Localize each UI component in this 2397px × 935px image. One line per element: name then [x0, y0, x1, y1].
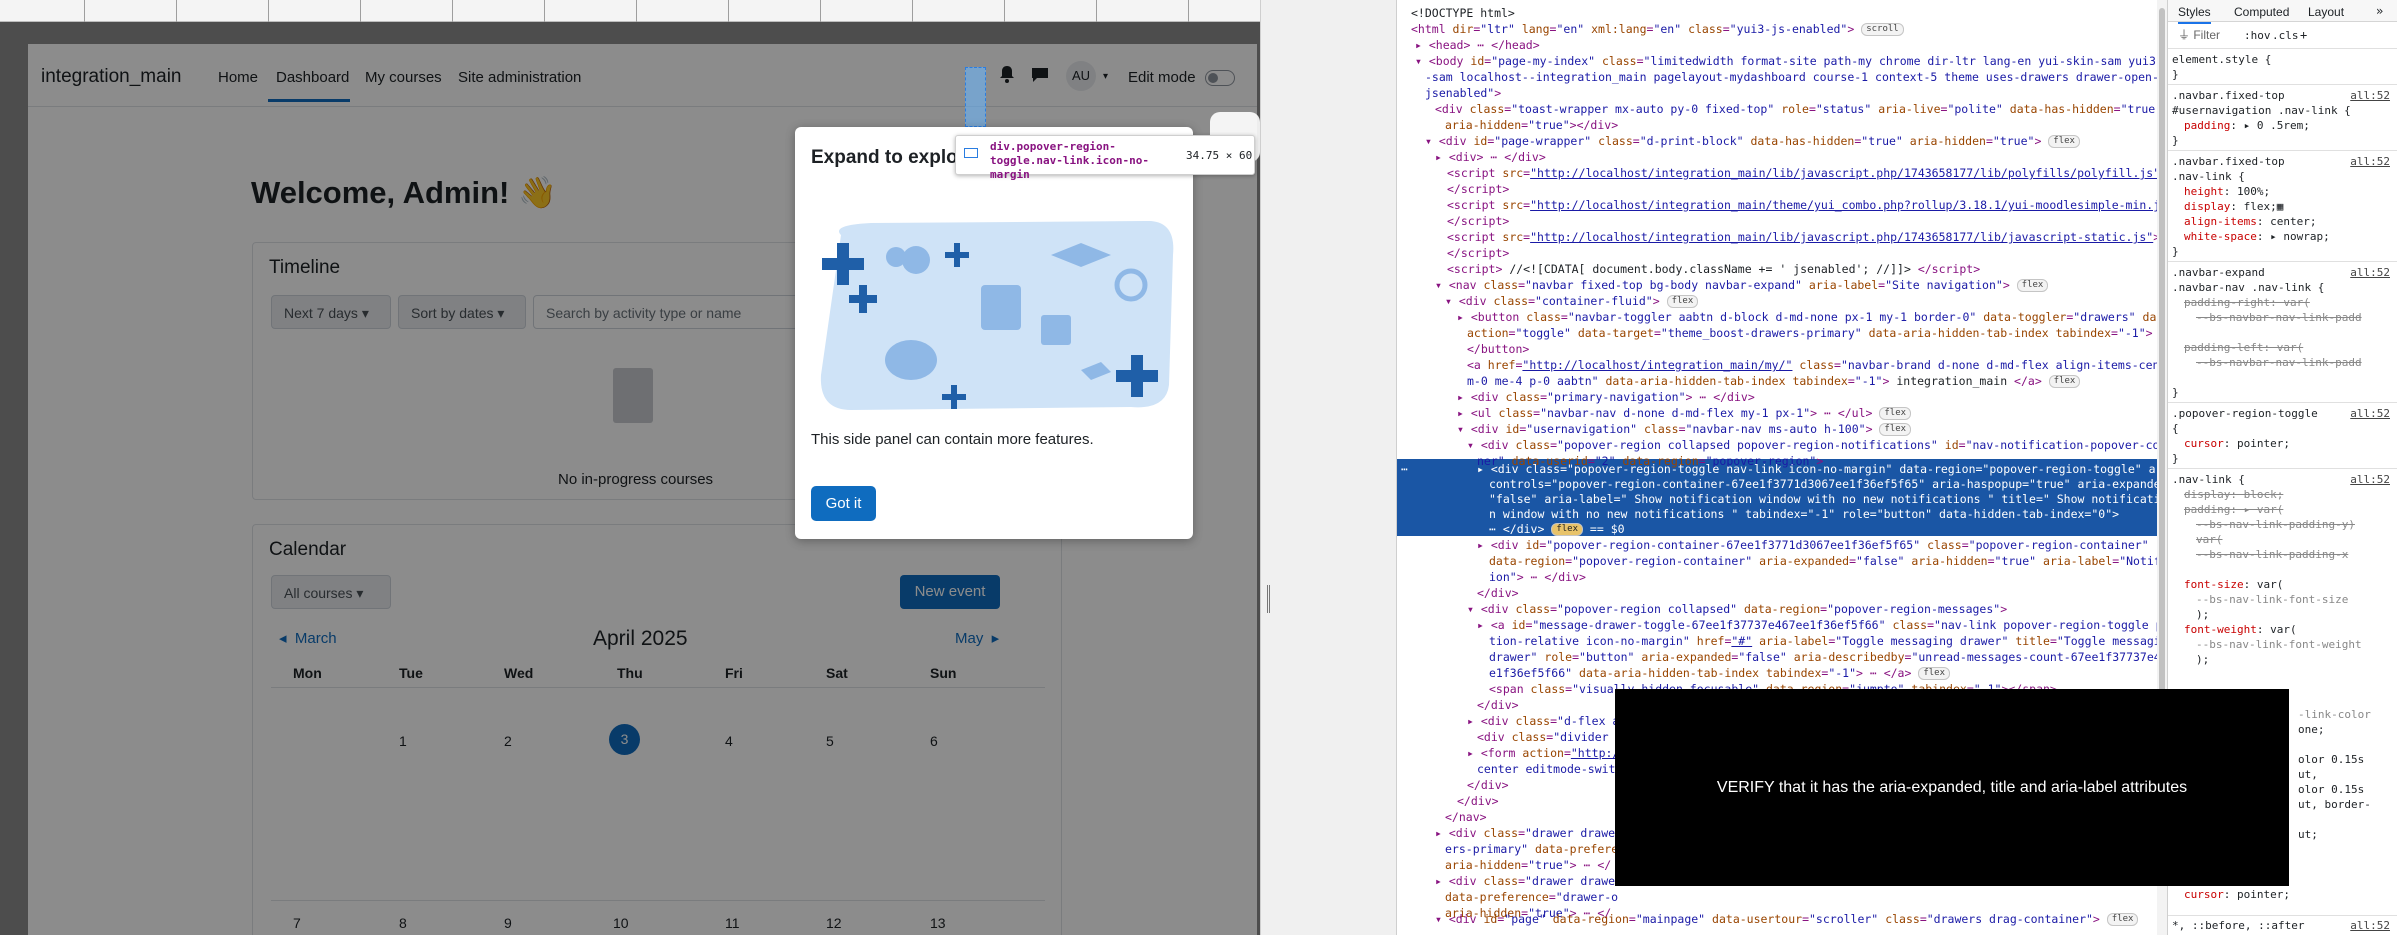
- hov-button[interactable]: :hov: [2244, 28, 2271, 43]
- modal-description: This side panel can contain more feature…: [811, 431, 1094, 448]
- element-style-rule: element.style {: [2172, 53, 2272, 66]
- modal-title: Expand to explore: [811, 147, 976, 168]
- ruler-tick: [1096, 0, 1097, 22]
- inspector-tooltip: div.popover-region-toggle.nav-link.icon-…: [955, 135, 1255, 181]
- ruler-tick: [360, 0, 361, 22]
- tooltip-selector: div.popover-region-toggle.nav-link.icon-…: [990, 140, 1149, 181]
- inspected-page: integration_main Home Dashboard My cours…: [0, 22, 1260, 935]
- ruler-tick: [636, 0, 637, 22]
- ruler-tick: [452, 0, 453, 22]
- ruler-tick: [268, 0, 269, 22]
- tour-modal: Expand to explore This side panel can co…: [795, 127, 1193, 539]
- ruler-tick: [1004, 0, 1005, 22]
- more-tabs-icon[interactable]: »: [2376, 4, 2383, 19]
- got-it-button[interactable]: Got it: [811, 486, 876, 521]
- devtools-splitter[interactable]: [1260, 0, 1396, 935]
- ruler-tick: [820, 0, 821, 22]
- verification-callout: VERIFY that it has the aria-expanded, ti…: [1615, 689, 2289, 886]
- ruler-tick: [912, 0, 913, 22]
- resize-handle-icon[interactable]: [1267, 585, 1270, 613]
- ruler-strip: [0, 0, 1396, 22]
- tab-styles[interactable]: Styles: [2178, 5, 2211, 24]
- cls-button[interactable]: .cls: [2272, 28, 2299, 43]
- ruler-tick: [1188, 0, 1189, 22]
- ruler-tick: [544, 0, 545, 22]
- ruler-tick: [728, 0, 729, 22]
- add-rule-icon[interactable]: +: [2300, 28, 2307, 43]
- tab-computed[interactable]: Computed: [2234, 5, 2289, 20]
- styles-filter-input[interactable]: ⏚ Filter: [2178, 28, 2220, 43]
- tooltip-size: 34.75 × 60: [1186, 149, 1253, 162]
- ruler-tick: [84, 0, 85, 22]
- inspector-highlight: [965, 67, 986, 127]
- tab-layout[interactable]: Layout: [2308, 5, 2344, 20]
- side-panel-illustration: [811, 215, 1181, 415]
- ruler-tick: [176, 0, 177, 22]
- element-icon: [964, 148, 978, 158]
